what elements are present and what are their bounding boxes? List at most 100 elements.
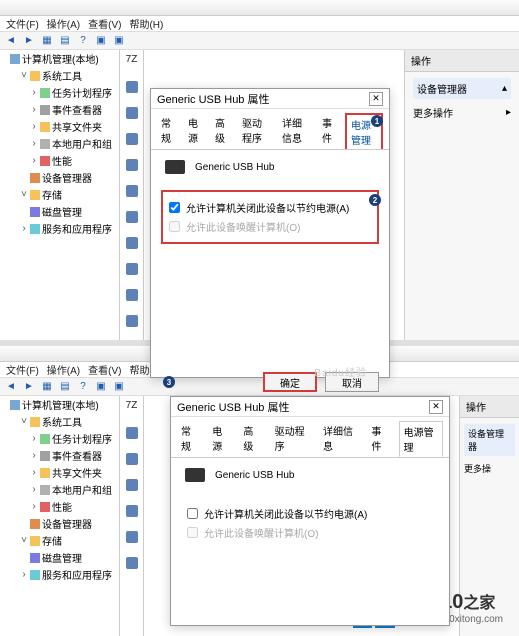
tree-label: 本地用户和组 bbox=[52, 136, 112, 151]
device-icon[interactable] bbox=[126, 185, 138, 197]
tree-root[interactable]: 计算机管理(本地) bbox=[10, 396, 119, 413]
tree-services[interactable]: ›服务和应用程序 bbox=[20, 220, 119, 237]
device-icon[interactable] bbox=[126, 81, 138, 93]
tree-label: 服务和应用程序 bbox=[42, 221, 112, 236]
menu-file[interactable]: 文件(F) bbox=[6, 362, 39, 377]
actions-devmgr-label: 设备管理器 bbox=[417, 81, 467, 96]
tab-driver[interactable]: 驱动程序 bbox=[238, 113, 272, 149]
toolbar-item[interactable]: ▦ bbox=[40, 380, 54, 394]
tree-perf[interactable]: ›性能 bbox=[30, 498, 119, 515]
tree-label: 共享文件夹 bbox=[52, 465, 102, 480]
close-icon[interactable]: ✕ bbox=[369, 92, 383, 106]
menu-file[interactable]: 文件(F) bbox=[6, 16, 39, 31]
device-icon[interactable] bbox=[126, 505, 138, 517]
tree-devmgr[interactable]: 设备管理器 bbox=[30, 169, 119, 186]
nav-back-icon[interactable]: ◄ bbox=[4, 34, 18, 48]
tree-users[interactable]: ›本地用户和组 bbox=[30, 481, 119, 498]
actions-devmgr[interactable]: 设备管理器 bbox=[464, 424, 515, 456]
tab-advanced[interactable]: 高级 bbox=[211, 113, 232, 149]
tree-devmgr[interactable]: 设备管理器 bbox=[30, 515, 119, 532]
toolbar-item[interactable]: ▤ bbox=[58, 380, 72, 394]
device-icon[interactable] bbox=[126, 479, 138, 491]
device-list-header: 7Z bbox=[124, 52, 140, 67]
tree-task[interactable]: ›任务计划程序 bbox=[30, 430, 119, 447]
device-icon[interactable] bbox=[126, 531, 138, 543]
tree-storage[interactable]: ˅存储 bbox=[20, 186, 119, 203]
tree-root[interactable]: 计算机管理(本地) bbox=[10, 50, 119, 67]
tree-shared[interactable]: ›共享文件夹 bbox=[30, 118, 119, 135]
device-icon[interactable] bbox=[126, 557, 138, 569]
tree-label: 系统工具 bbox=[42, 68, 82, 83]
tree-perf[interactable]: ›性能 bbox=[30, 152, 119, 169]
opt-allow-off-checkbox[interactable] bbox=[169, 202, 180, 213]
actions-more[interactable]: 更多操 bbox=[464, 462, 515, 475]
dropdown-icon: ▴ bbox=[502, 83, 507, 94]
tree-storage[interactable]: ˅存储 bbox=[20, 532, 119, 549]
tab-advanced[interactable]: 高级 bbox=[239, 421, 264, 457]
device-icon[interactable] bbox=[126, 133, 138, 145]
help-icon[interactable]: ? bbox=[76, 380, 90, 394]
actions-devmgr[interactable]: 设备管理器 ▴ bbox=[413, 78, 511, 99]
tabs: 常规 电源 高级 驱动程序 详细信息 事件 电源管理 bbox=[171, 417, 449, 458]
tab-details[interactable]: 详细信息 bbox=[278, 113, 312, 149]
tab-power[interactable]: 电源 bbox=[184, 113, 205, 149]
menu-view[interactable]: 查看(V) bbox=[88, 362, 121, 377]
device-icon[interactable] bbox=[126, 289, 138, 301]
tree-label: 事件查看器 bbox=[52, 102, 102, 117]
device-icon[interactable] bbox=[126, 263, 138, 275]
device-icon[interactable] bbox=[126, 427, 138, 439]
tree-systools[interactable]: ˅系统工具 bbox=[20, 67, 119, 84]
toolbar-item[interactable]: ▤ bbox=[58, 34, 72, 48]
marker-2: 2 bbox=[369, 194, 381, 206]
menu-help[interactable]: 帮助(H) bbox=[129, 16, 163, 31]
opt-allow-off-checkbox[interactable] bbox=[187, 508, 198, 519]
tree-event[interactable]: ›事件查看器 bbox=[30, 101, 119, 118]
toolbar-item[interactable]: ▣ bbox=[112, 380, 126, 394]
tree-systools[interactable]: ˅系统工具 bbox=[20, 413, 119, 430]
actions-more[interactable]: 更多操作 ▸ bbox=[413, 105, 511, 120]
tree-diskmgr[interactable]: 磁盘管理 bbox=[30, 549, 119, 566]
tab-events[interactable]: 事件 bbox=[318, 113, 339, 149]
menu-view[interactable]: 查看(V) bbox=[88, 16, 121, 31]
menubar: 文件(F) 操作(A) 查看(V) 帮助(H) bbox=[0, 16, 519, 32]
menu-action[interactable]: 操作(A) bbox=[47, 362, 80, 377]
opt-wake: 允许此设备唤醒计算机(O) bbox=[187, 523, 433, 542]
tree-event[interactable]: ›事件查看器 bbox=[30, 447, 119, 464]
tree-users[interactable]: ›本地用户和组 bbox=[30, 135, 119, 152]
nav-back-icon[interactable]: ◄ bbox=[4, 380, 18, 394]
tree-diskmgr[interactable]: 磁盘管理 bbox=[30, 203, 119, 220]
device-icon[interactable] bbox=[126, 315, 138, 327]
ok-button[interactable]: 确定 bbox=[263, 372, 317, 392]
toolbar-item[interactable]: ▦ bbox=[40, 34, 54, 48]
actions-more-label: 更多操作 bbox=[413, 105, 453, 120]
toolbar-item[interactable]: ▣ bbox=[112, 34, 126, 48]
tab-general[interactable]: 常规 bbox=[157, 113, 178, 149]
tab-general[interactable]: 常规 bbox=[177, 421, 202, 457]
device-row: Generic USB Hub bbox=[151, 150, 389, 184]
tree-shared[interactable]: ›共享文件夹 bbox=[30, 464, 119, 481]
marker-3: 3 bbox=[163, 376, 175, 388]
tree-services[interactable]: ›服务和应用程序 bbox=[20, 566, 119, 583]
tab-details[interactable]: 详细信息 bbox=[319, 421, 361, 457]
toolbar-item[interactable]: ▣ bbox=[94, 380, 108, 394]
nav-fwd-icon[interactable]: ► bbox=[22, 34, 36, 48]
device-icon[interactable] bbox=[126, 237, 138, 249]
device-icon[interactable] bbox=[126, 453, 138, 465]
actions-header: 操作 bbox=[405, 50, 519, 72]
dialog-title: Generic USB Hub 属性 bbox=[157, 91, 269, 107]
tab-power-mgmt[interactable]: 电源管理 bbox=[399, 421, 443, 457]
help-icon[interactable]: ? bbox=[76, 34, 90, 48]
menu-action[interactable]: 操作(A) bbox=[47, 16, 80, 31]
opt-allow-off[interactable]: 允许计算机关闭此设备以节约电源(A) bbox=[169, 198, 371, 217]
device-icon[interactable] bbox=[126, 211, 138, 223]
opt-allow-off[interactable]: 允许计算机关闭此设备以节约电源(A) bbox=[187, 504, 433, 523]
device-icon[interactable] bbox=[126, 107, 138, 119]
tab-driver[interactable]: 驱动程序 bbox=[271, 421, 313, 457]
close-icon[interactable]: ✕ bbox=[429, 400, 443, 414]
toolbar-item[interactable]: ▣ bbox=[94, 34, 108, 48]
tab-events[interactable]: 事件 bbox=[367, 421, 392, 457]
nav-fwd-icon[interactable]: ► bbox=[22, 380, 36, 394]
tab-power[interactable]: 电源 bbox=[208, 421, 233, 457]
tree-task[interactable]: ›任务计划程序 bbox=[30, 84, 119, 101]
device-icon[interactable] bbox=[126, 159, 138, 171]
